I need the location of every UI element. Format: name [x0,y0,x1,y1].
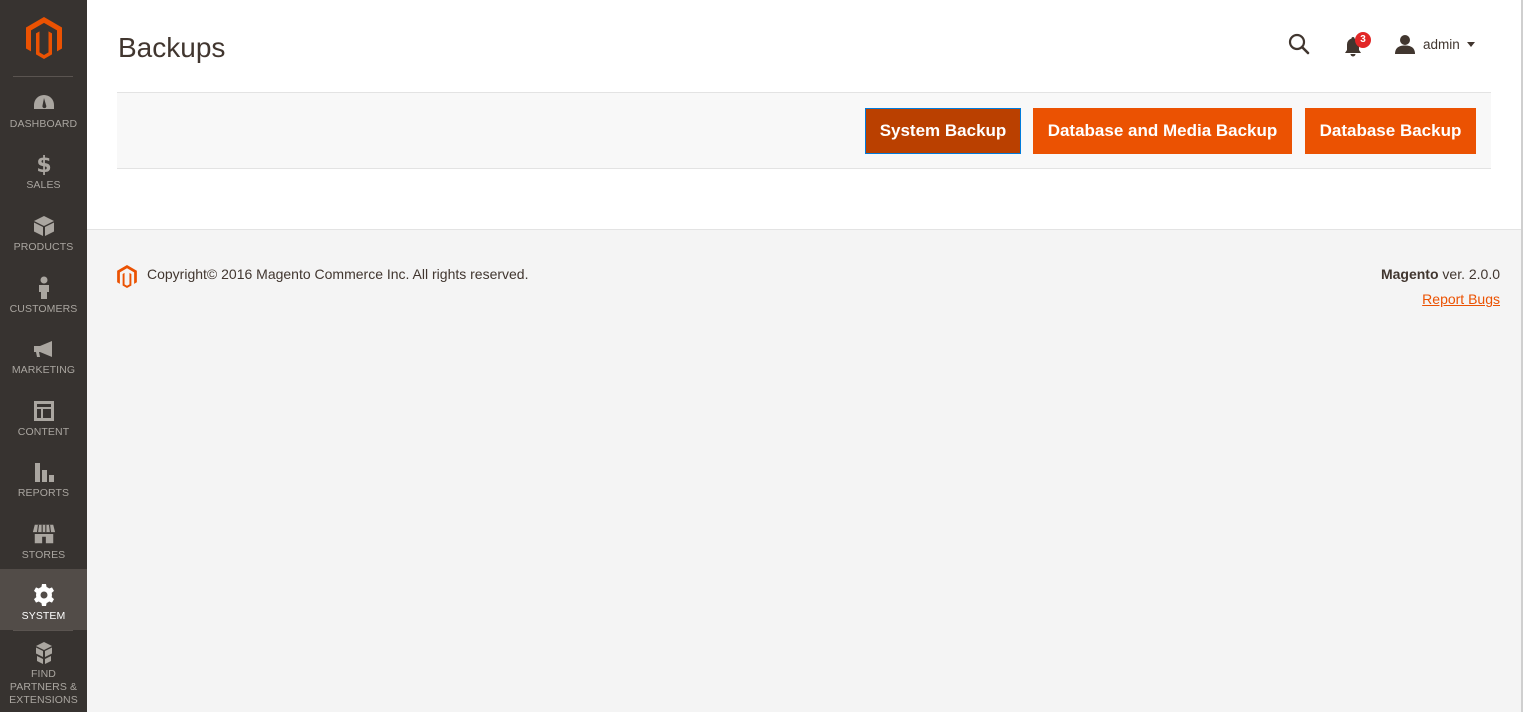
svg-text:$: $ [36,153,51,175]
megaphone-icon [32,337,56,361]
box-icon [32,214,56,238]
magento-logo-icon [117,265,137,288]
footer-copyright: Copyright© 2016 Magento Commerce Inc. Al… [147,266,529,282]
footer-brand: Magento [1380,266,1439,282]
footer-magento-logo [117,265,137,293]
person-icon [32,276,56,300]
sidebar-item-label: SALES [26,179,61,191]
sidebar-item-sales[interactable]: $ SALES [0,138,87,199]
gear-icon [32,583,56,607]
sidebar-item-label: DASHBOARD [9,118,78,130]
global-search-button[interactable] [1287,32,1313,58]
sidebar-item-label: CONTENT [17,426,70,438]
sidebar-item-customers[interactable]: CUSTOMERS [0,262,87,323]
dollar-icon: $ [32,152,56,176]
search-icon [1288,33,1310,55]
sidebar-item-label: SYSTEM [21,610,66,622]
sidebar-item-products[interactable]: PRODUCTS [0,200,87,261]
sidebar-item-content[interactable]: CONTENT [0,385,87,446]
page-header: Backups 3 admin System Backup Database a… [87,0,1523,230]
footer-version: Magento ver. 2.0.0 [1381,266,1500,282]
page-title: Backups [118,32,226,63]
sidebar-item-reports[interactable]: REPORTS [0,446,87,507]
sidebar-item-label: CUSTOMERS [9,303,78,315]
layout-icon [32,399,56,423]
sidebar-item-find-partners[interactable]: FIND PARTNERS & EXTENSIONS [0,631,87,706]
dashboard-icon [32,91,56,115]
database-media-backup-button[interactable]: Database and Media Backup [1033,108,1292,154]
notification-count-badge: 3 [1355,32,1371,48]
admin-user-menu[interactable]: admin [1395,32,1475,56]
storefront-icon [32,522,56,546]
database-backup-button[interactable]: Database Backup [1305,108,1476,154]
system-backup-button[interactable]: System Backup [865,108,1021,154]
user-icon [1395,35,1415,54]
notifications-button[interactable]: 3 [1341,32,1371,58]
sidebar-item-label: REPORTS [17,487,70,499]
admin-username: admin [1423,36,1460,52]
chevron-down-icon [1466,41,1475,47]
footer-version-number: ver. 2.0.0 [1438,266,1500,282]
sidebar-item-system[interactable]: SYSTEM [0,569,87,630]
sidebar-item-stores[interactable]: STORES [0,508,87,569]
page-actions-bar: System Backup Database and Media Backup … [117,92,1491,169]
sidebar-item-label: PRODUCTS [13,241,74,253]
sidebar-item-dashboard[interactable]: DASHBOARD [0,77,87,138]
sidebar-item-marketing[interactable]: MARKETING [0,323,87,384]
sidebar-item-label: FIND PARTNERS & EXTENSIONS [9,668,78,706]
sidebar-item-label: MARKETING [11,364,76,376]
magento-logo[interactable] [0,0,87,76]
report-bugs-link[interactable]: Report Bugs [1422,291,1500,307]
bar-chart-icon [32,460,56,484]
cubes-icon [32,641,56,665]
admin-sidebar: DASHBOARD $ SALES PRODUCTS CUSTOMERS MAR… [0,0,87,712]
sidebar-item-label: STORES [21,549,66,561]
magento-logo-icon [25,17,62,59]
